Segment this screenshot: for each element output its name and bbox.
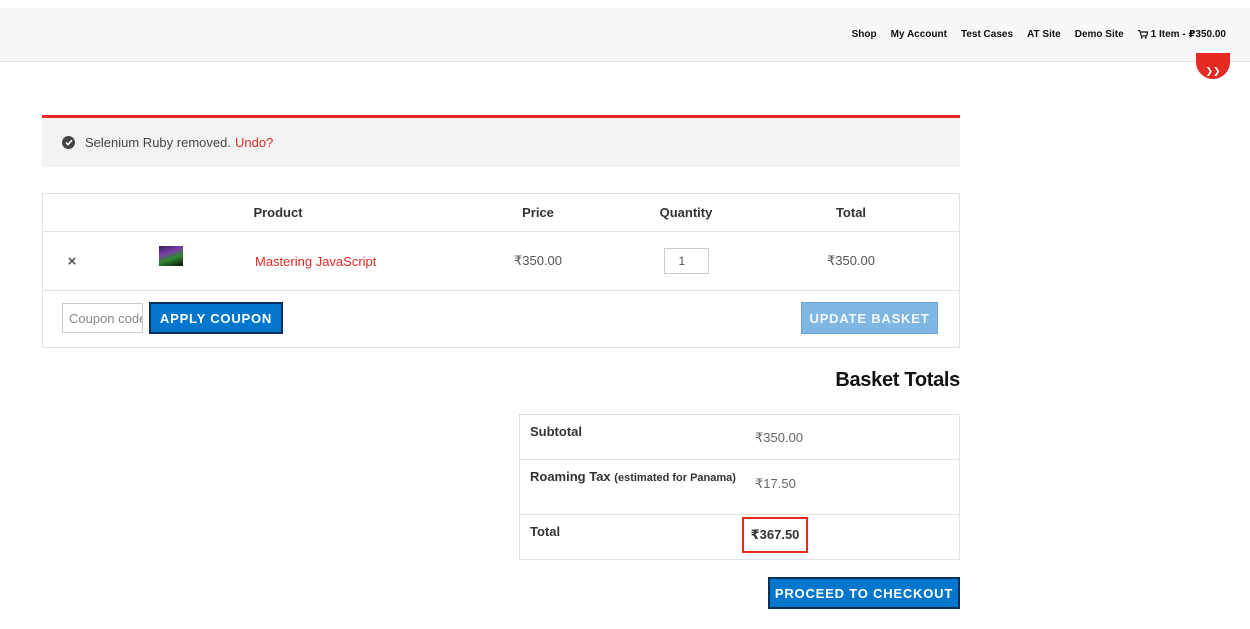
- basket-totals-title: Basket Totals: [835, 369, 960, 391]
- tax-row: Roaming Tax (estimated for Panama) ₹17.5…: [520, 460, 959, 515]
- total-value: ₹367.50: [742, 517, 808, 553]
- remove-item-button[interactable]: ×: [59, 232, 85, 290]
- notice-message: Selenium Ruby removed.: [85, 135, 231, 150]
- update-basket-button[interactable]: UPDATE BASKET: [801, 302, 938, 334]
- tax-label: Roaming Tax: [530, 469, 611, 484]
- apply-coupon-button[interactable]: APPLY COUPON: [149, 302, 283, 334]
- proceed-to-checkout-button[interactable]: PROCEED TO CHECKOUT: [768, 577, 960, 609]
- undo-link[interactable]: Undo?: [235, 135, 273, 150]
- nav-cart[interactable]: 1 Item - ₽350.00: [1137, 29, 1226, 40]
- product-price: ₹350.00: [513, 253, 563, 268]
- table-row: × Mastering JavaScript ₹350.00 1 ₹350.00: [43, 232, 959, 291]
- product-total: ₹350.00: [826, 253, 876, 268]
- product-thumbnail[interactable]: [155, 232, 187, 290]
- total-row: Total ₹367.50: [520, 515, 959, 559]
- cart-table: Product Price Quantity Total × Mastering…: [42, 193, 960, 348]
- removal-notice: Selenium Ruby removed. Undo?: [42, 115, 960, 167]
- scroll-down-button[interactable]: ❯❯: [1196, 53, 1230, 79]
- nav-my-account[interactable]: My Account: [891, 29, 947, 40]
- coupon-code-input[interactable]: Coupon code: [62, 303, 143, 333]
- header-quantity: Quantity: [659, 205, 713, 220]
- subtotal-label: Subtotal: [530, 424, 582, 439]
- cart-actions: Coupon code APPLY COUPON UPDATE BASKET: [43, 291, 959, 347]
- tax-value: ₹17.50: [755, 476, 796, 491]
- nav-shop[interactable]: Shop: [852, 29, 877, 40]
- nav-at-site[interactable]: AT Site: [1027, 29, 1061, 40]
- nav-demo-site[interactable]: Demo Site: [1075, 29, 1124, 40]
- quantity-input[interactable]: 1: [663, 248, 709, 274]
- subtotal-value: ₹350.00: [755, 430, 804, 445]
- site-header: Shop My Account Test Cases AT Site Demo …: [0, 8, 1250, 62]
- cart-icon: [1137, 30, 1148, 39]
- subtotal-row: Subtotal ₹350.00: [520, 415, 959, 460]
- product-image: [159, 246, 183, 266]
- nav-test-cases[interactable]: Test Cases: [961, 29, 1013, 40]
- main-nav: Shop My Account Test Cases AT Site Demo …: [852, 8, 1226, 61]
- cart-summary: 1 Item - ₽350.00: [1150, 29, 1226, 40]
- quantity-cell: 1: [643, 232, 729, 290]
- check-circle-icon: [62, 136, 75, 149]
- tax-label-group: Roaming Tax (estimated for Panama): [530, 467, 736, 488]
- header-product: Product: [253, 205, 303, 220]
- tax-note: (estimated for Panama): [614, 472, 736, 484]
- basket-totals-table: Subtotal ₹350.00 Roaming Tax (estimated …: [519, 414, 960, 560]
- product-name-link[interactable]: Mastering JavaScript: [255, 232, 405, 290]
- total-label: Total: [530, 524, 561, 539]
- header-price: Price: [522, 205, 554, 220]
- double-chevron-down-icon: ❯❯: [1205, 66, 1221, 76]
- cart-table-header: Product Price Quantity Total: [43, 194, 959, 232]
- header-total: Total: [835, 205, 867, 220]
